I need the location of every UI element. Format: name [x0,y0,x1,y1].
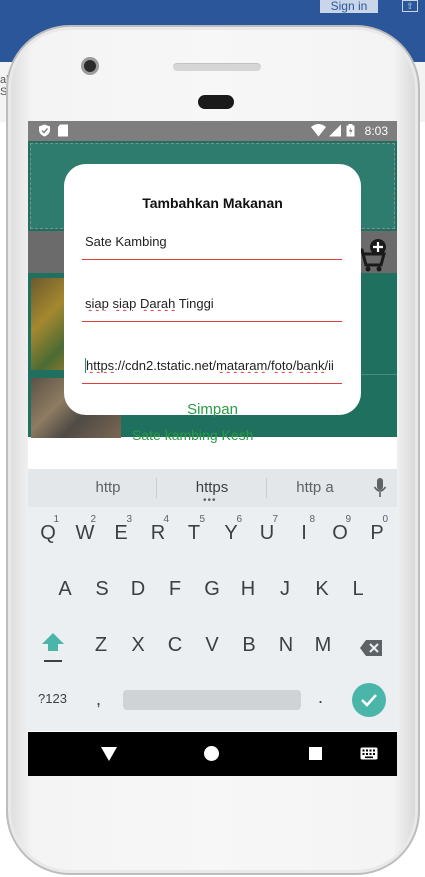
key-l[interactable]: L [341,569,375,609]
key-b[interactable]: B [232,625,266,665]
save-button[interactable]: Simpan [64,401,361,418]
description-field[interactable]: siap siap Darah Tinggi [82,292,342,322]
earpiece-speaker [173,63,261,71]
key-j[interactable]: J [268,569,302,609]
front-camera [81,57,99,75]
status-bar: 8:03 [28,121,397,141]
suggestion-item[interactable]: https [178,479,246,496]
phone-screen: 8:03 Sate kambing Kesh Tambahkan Makanan… [28,121,397,776]
signal-icon [329,124,341,137]
recents-icon[interactable] [309,747,322,760]
back-icon[interactable] [101,747,117,761]
key-c[interactable]: C [158,625,192,665]
key-t[interactable]: T5 [177,513,211,553]
more-suggestions-icon[interactable]: ••• [203,496,217,506]
key-q[interactable]: Q1 [31,513,65,553]
image-url-field[interactable]: https://cdn2.tstatic.net/mataram/foto/ba… [82,354,342,384]
scroll-up-icon[interactable]: ⇧ [402,0,418,12]
key-d[interactable]: D [121,569,155,609]
suggestion-divider [156,478,157,498]
key-a[interactable]: A [48,569,82,609]
key-n[interactable]: N [269,625,303,665]
wifi-icon [311,124,326,137]
suggestion-strip: http https http a ••• [28,469,397,507]
key-e[interactable]: E3 [104,513,138,553]
key-u[interactable]: U7 [250,513,284,553]
battery-icon [346,124,355,137]
key-f[interactable]: F [158,569,192,609]
key-s[interactable]: S [85,569,119,609]
field-underline [82,259,342,260]
period-key[interactable]: . [318,687,323,708]
shift-icon[interactable] [39,629,67,665]
add-food-dialog: Tambahkan Makanan Sate Kambing siap siap… [64,164,361,418]
home-icon[interactable] [204,746,219,761]
shield-icon [39,124,50,137]
microphone-icon[interactable] [373,477,387,499]
food-name-value: Sate Kambing [85,234,167,249]
comma-key[interactable]: , [96,689,101,710]
soft-keyboard: http https http a ••• Q1 W2 E3 R4 T5 Y6 … [28,469,397,731]
key-o[interactable]: O9 [323,513,357,553]
status-time: 8:03 [364,124,388,138]
symbols-key[interactable]: ?123 [38,691,67,706]
space-bar[interactable] [123,690,301,710]
sign-in-button[interactable]: Sign in [320,0,378,13]
key-v[interactable]: V [195,625,229,665]
suggestion-divider [266,478,267,498]
key-p[interactable]: P0 [360,513,394,553]
key-x[interactable]: X [121,625,155,665]
key-m[interactable]: M [306,625,340,665]
key-k[interactable]: K [305,569,339,609]
food-name-field[interactable]: Sate Kambing [82,230,342,260]
key-g[interactable]: G [195,569,229,609]
key-z[interactable]: Z [84,625,118,665]
suggestion-item[interactable]: http a [283,479,347,496]
field-underline [82,383,342,384]
suggestion-item[interactable]: http [76,479,140,496]
image-url-value: https://cdn2.tstatic.net/mataram/foto/ba… [85,358,334,373]
navigation-bar [28,732,397,776]
description-value: siap siap Darah Tinggi [85,296,214,311]
key-i[interactable]: I8 [287,513,321,553]
check-icon [361,694,377,707]
key-y[interactable]: Y6 [214,513,248,553]
proximity-sensor [198,95,234,109]
key-r[interactable]: R4 [141,513,175,553]
keyboard-icon[interactable] [360,747,378,760]
sd-card-icon [58,124,68,137]
dialog-title: Tambahkan Makanan [142,195,283,211]
key-h[interactable]: H [231,569,265,609]
list-item-title: Sate kambing Kesh [132,427,254,443]
enter-key[interactable] [352,683,386,717]
key-w[interactable]: W2 [68,513,102,553]
field-underline [82,321,342,322]
backspace-icon[interactable] [359,639,383,657]
